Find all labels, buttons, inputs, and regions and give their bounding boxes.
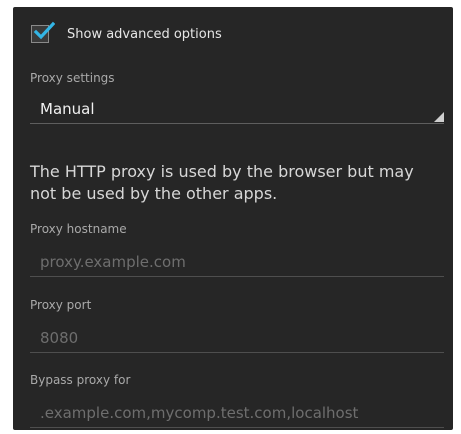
proxy-hostname-input[interactable] [30,249,444,275]
bypass-proxy-field [30,400,444,428]
proxy-settings-selected-value: Manual [40,100,95,118]
show-advanced-options-checkbox[interactable] [31,21,55,43]
proxy-port-underline [30,352,444,353]
proxy-port-input[interactable] [30,325,444,351]
bypass-proxy-underline [30,427,444,428]
dropdown-corner-icon [434,112,444,122]
spinner-underline [30,123,444,124]
bypass-proxy-input[interactable] [30,400,444,426]
checkmark-icon [33,21,55,40]
proxy-settings-panel: Show advanced options Proxy settings Man… [13,7,453,430]
bypass-proxy-label: Bypass proxy for [30,373,131,387]
proxy-port-field [30,325,444,353]
proxy-hostname-underline [30,276,444,277]
show-advanced-options-row[interactable]: Show advanced options [31,21,222,43]
proxy-settings-spinner[interactable]: Manual [30,92,444,124]
proxy-hostname-label: Proxy hostname [30,222,127,236]
proxy-hostname-field [30,249,444,277]
show-advanced-options-label: Show advanced options [67,26,222,42]
proxy-settings-label: Proxy settings [30,71,115,85]
proxy-port-label: Proxy port [30,298,92,312]
proxy-info-text: The HTTP proxy is used by the browser bu… [30,162,414,203]
